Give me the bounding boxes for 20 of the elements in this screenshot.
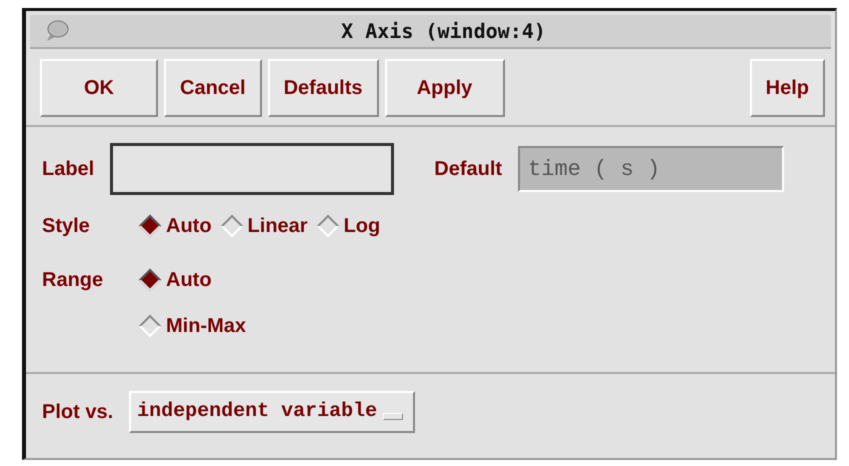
default-value-field: time ( s ) bbox=[518, 146, 784, 192]
radio-option[interactable]: Linear bbox=[218, 211, 308, 241]
group-label: Style bbox=[42, 214, 91, 239]
group-label: Range bbox=[42, 268, 104, 293]
radio-option[interactable]: Log bbox=[314, 211, 380, 241]
dialog-button[interactable]: Apply bbox=[384, 59, 504, 117]
dialog-button[interactable]: Cancel bbox=[164, 59, 262, 117]
label-input-field[interactable] bbox=[110, 143, 394, 195]
window-title: X Axis (window:4) bbox=[340, 18, 547, 45]
field-label: Label bbox=[42, 157, 94, 182]
dialog-button[interactable]: Help bbox=[750, 59, 825, 117]
window-menu-icon[interactable] bbox=[44, 19, 70, 43]
radio-option[interactable]: Min-Max bbox=[136, 311, 246, 341]
plot-vs-dropdown[interactable]: independent variable bbox=[129, 391, 416, 433]
dialog-button[interactable]: Defaults bbox=[268, 59, 378, 117]
dialog-button[interactable]: OK bbox=[40, 59, 158, 117]
field-label: Plot vs. bbox=[42, 400, 114, 425]
field-label: Default bbox=[434, 157, 502, 182]
radio-option[interactable]: Auto bbox=[136, 265, 246, 295]
radio-option[interactable]: Auto bbox=[136, 211, 212, 241]
